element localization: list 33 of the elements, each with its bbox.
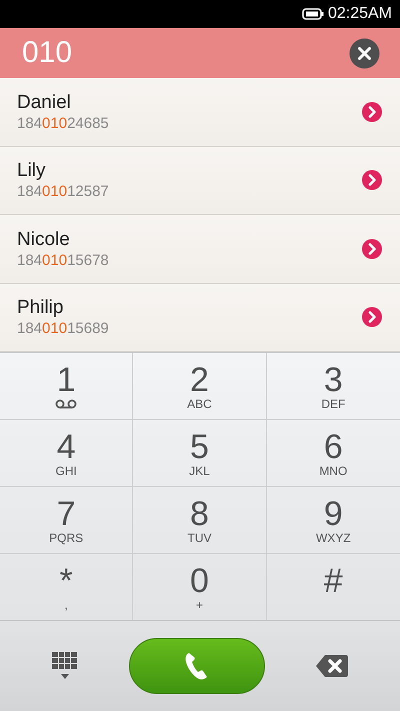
status-time: 02:25AM — [328, 4, 392, 24]
contact-name: Daniel — [17, 90, 72, 115]
dial-key[interactable]: 4 GHI — [0, 420, 134, 487]
phone-number: 18401012587 — [17, 183, 109, 202]
contact-row[interactable]: Daniel 18401024685 — [0, 78, 400, 146]
chevron-icon[interactable] — [362, 238, 382, 259]
contact-row[interactable]: Lily 18401012587 — [0, 146, 400, 215]
dial-key[interactable]: 6 MNO — [266, 420, 400, 487]
phone-number: 18401015678 — [17, 252, 109, 270]
voicemail-icon — [55, 399, 78, 409]
chevron-icon[interactable] — [362, 170, 382, 190]
chevron-icon[interactable] — [362, 307, 382, 328]
contact-name: Philip — [17, 296, 64, 320]
phone-icon — [184, 651, 210, 681]
clear-icon[interactable] — [349, 38, 380, 68]
dial-key[interactable]: # — [266, 554, 400, 621]
contact-row[interactable]: Nicole 18401015678 — [0, 215, 400, 284]
keypad-icon[interactable] — [52, 652, 78, 680]
dial-key[interactable]: 5 JKL — [133, 420, 267, 487]
chevron-icon[interactable] — [362, 102, 382, 122]
phone-number: 18401015689 — [17, 320, 109, 338]
phone-number: 18401024685 — [17, 114, 109, 133]
dial-key[interactable]: 8 TUV — [133, 487, 267, 554]
contact-row[interactable]: Philip 18401015689 — [0, 284, 400, 352]
dial-key[interactable]: 3 DEF — [266, 353, 400, 420]
dial-key[interactable]: 2 ABC — [133, 353, 267, 420]
dial-key[interactable]: 9 WXYZ — [266, 487, 400, 554]
contact-name: Lily — [17, 159, 47, 184]
dial-key[interactable]: 7 PQRS — [0, 487, 134, 554]
contact-name: Nicole — [17, 228, 71, 252]
backspace-icon[interactable] — [316, 654, 348, 678]
dial-key[interactable]: 1 — [0, 353, 134, 420]
battery-icon — [302, 8, 324, 20]
